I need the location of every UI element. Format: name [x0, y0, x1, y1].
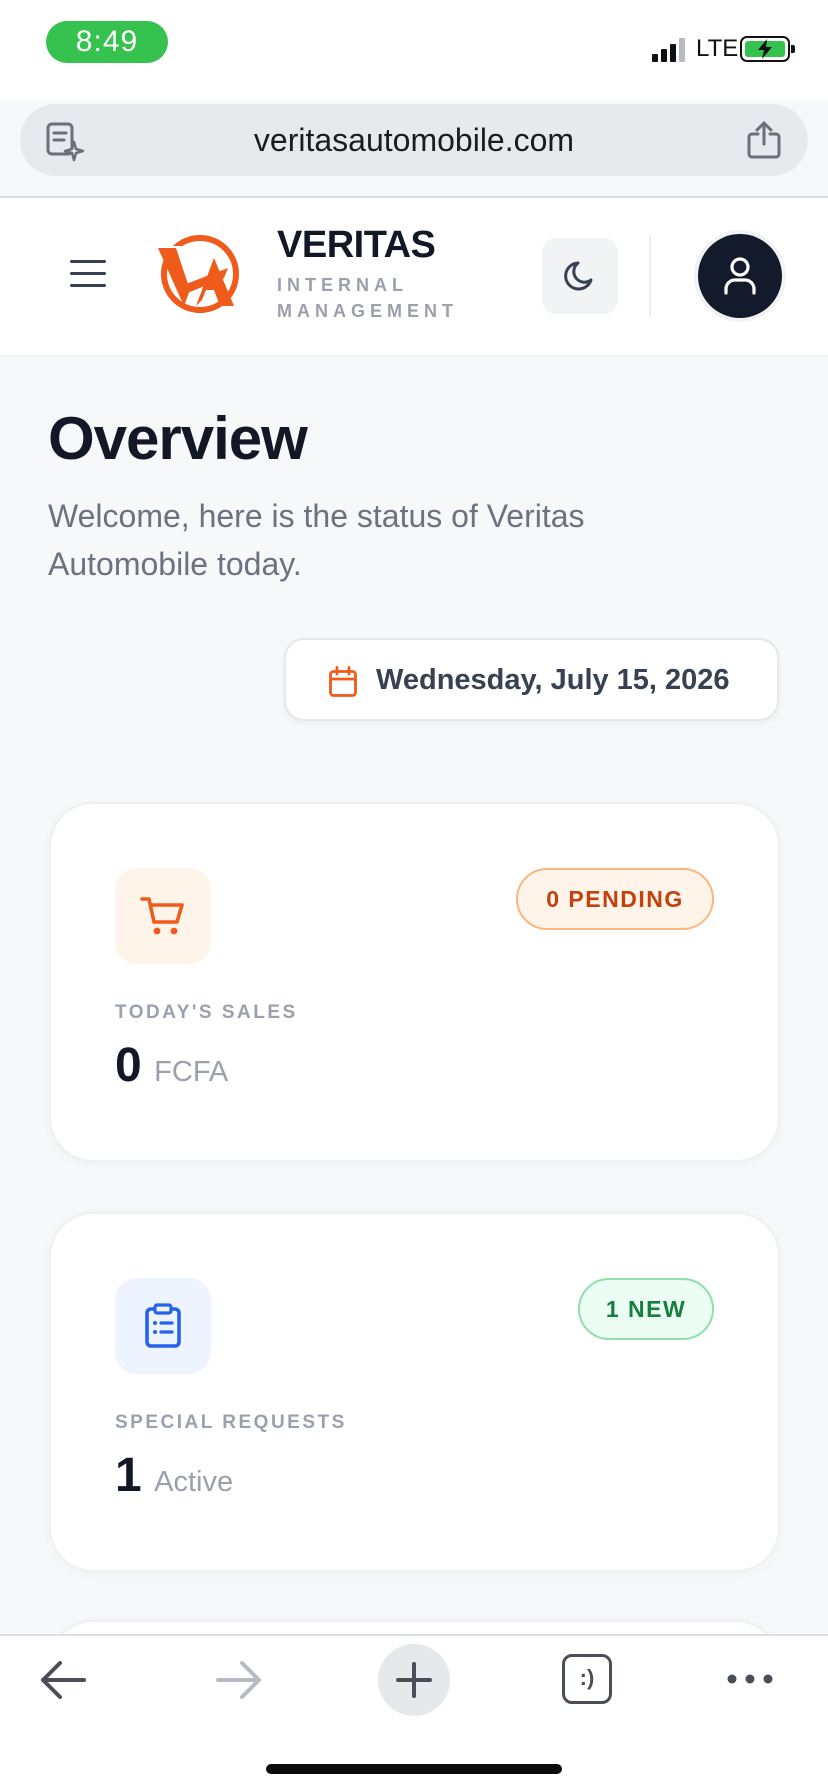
cart-icon-tile: [115, 868, 211, 964]
status-time: 8:49: [46, 21, 168, 63]
sales-card[interactable]: 0 PENDING TODAY'S SALES 0 FCFA: [49, 802, 780, 1162]
moon-icon: [564, 261, 593, 291]
theme-toggle-button[interactable]: [542, 238, 618, 314]
new-badge: 1 NEW: [578, 1278, 714, 1340]
pending-badge: 0 PENDING: [516, 868, 714, 930]
forward-icon[interactable]: [214, 1658, 264, 1707]
calendar-icon: [329, 666, 357, 697]
sales-label: TODAY'S SALES: [115, 1002, 298, 1023]
battery-icon: [740, 36, 795, 62]
menu-icon[interactable]: [70, 258, 106, 290]
user-icon: [724, 257, 756, 295]
plus-icon: [396, 1662, 432, 1698]
share-icon[interactable]: [746, 120, 782, 165]
url-text[interactable]: veritasautomobile.com: [20, 104, 808, 176]
sales-value: 0 FCFA: [115, 1038, 228, 1093]
network-label: LTE: [696, 35, 739, 62]
more-icon[interactable]: [726, 1672, 774, 1691]
veritas-logo[interactable]: [156, 232, 244, 321]
special-requests-card[interactable]: 1 NEW SPECIAL REQUESTS 1 Active: [49, 1212, 780, 1572]
status-bar: 8:49 LTE: [0, 0, 828, 100]
requests-value: 1 Active: [115, 1448, 233, 1503]
date-display: Wednesday, July 15, 2026: [284, 638, 779, 721]
brand-tagline: INTERNAL MANAGEMENT: [277, 275, 458, 321]
page-subtitle: Welcome, here is the status of Veritas A…: [48, 498, 585, 582]
requests-label: SPECIAL REQUESTS: [115, 1412, 347, 1433]
signal-icon: [652, 38, 686, 62]
date-text: Wednesday, July 15, 2026: [376, 664, 730, 696]
account-button[interactable]: [698, 234, 782, 318]
sales-currency: FCFA: [154, 1056, 229, 1088]
clipboard-list-icon: [145, 1303, 181, 1348]
address-bar[interactable]: veritasautomobile.com: [20, 104, 808, 176]
brand-name: VERITAS: [277, 224, 436, 266]
home-indicator: [266, 1764, 562, 1774]
sales-amount: 0: [115, 1039, 142, 1092]
clipboard-icon-tile: [115, 1278, 211, 1374]
new-tab-button[interactable]: [378, 1644, 450, 1716]
requests-count: 1: [115, 1449, 142, 1502]
page-title: Overview: [48, 405, 308, 472]
back-icon[interactable]: [38, 1658, 88, 1707]
tabs-icon[interactable]: :): [562, 1654, 612, 1704]
requests-unit: Active: [154, 1466, 234, 1498]
header-divider: [649, 236, 651, 316]
cart-icon: [140, 897, 184, 935]
